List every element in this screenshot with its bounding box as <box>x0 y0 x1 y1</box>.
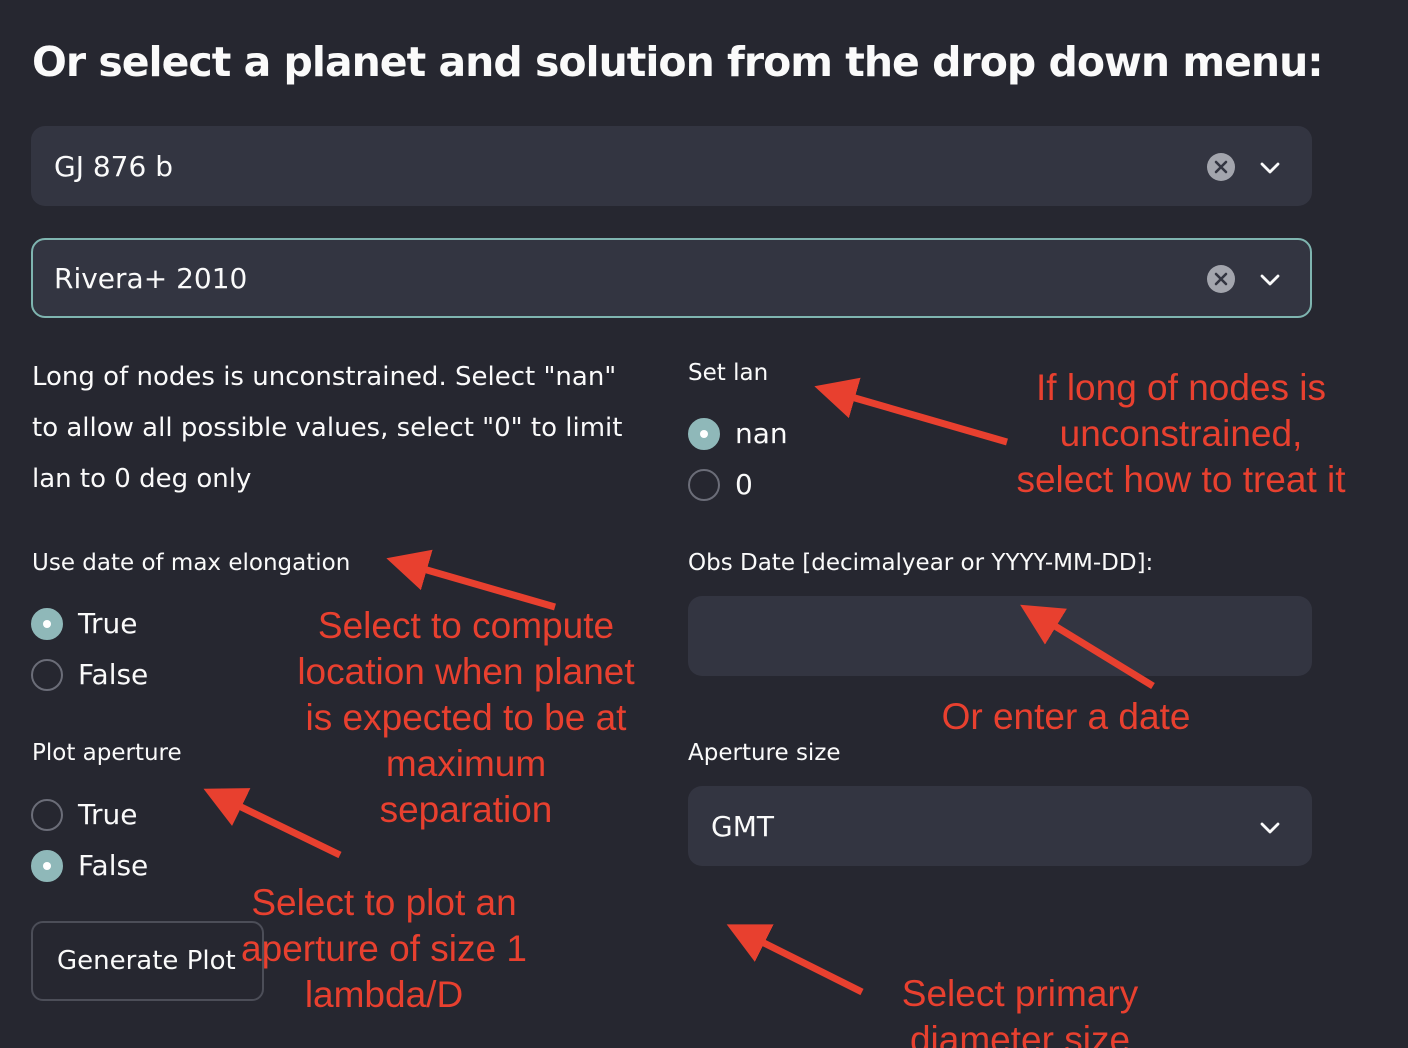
radio-label: False <box>78 849 149 882</box>
annotation-lan: If long of nodes is unconstrained, selec… <box>1014 365 1348 503</box>
annotation-line: maximum <box>385 743 547 784</box>
radio-aperture-false[interactable]: False <box>31 849 148 882</box>
solution-select-value: Rivera+ 2010 <box>54 262 248 295</box>
annotation-line: diameter size <box>909 1019 1131 1048</box>
radio-label: False <box>78 658 149 691</box>
radio-aperture-true[interactable]: True <box>31 798 137 831</box>
generate-plot-button[interactable]: Generate Plot <box>31 921 264 1001</box>
planet-select-value: GJ 876 b <box>54 150 173 183</box>
plot-aperture-label: Plot aperture <box>32 740 182 766</box>
radio-label: 0 <box>735 468 753 501</box>
annotation-line: select how to treat it <box>1016 459 1346 500</box>
annotation-diameter: Select primary diameter size <box>898 971 1142 1048</box>
chevron-down-icon[interactable] <box>1256 266 1284 294</box>
annotation-aperture: Select to plot an aperture of size 1 lam… <box>236 880 532 1018</box>
radio-dot[interactable] <box>31 658 63 691</box>
annotation-line: Select to plot an <box>251 882 517 923</box>
radio-dot[interactable] <box>688 417 720 450</box>
annotation-line: Or enter a date <box>941 696 1191 737</box>
solution-select[interactable]: Rivera+ 2010 <box>31 238 1312 318</box>
radio-dot[interactable] <box>31 849 63 882</box>
aperture-size-select[interactable]: GMT <box>688 786 1312 866</box>
page-heading: Or select a planet and solution from the… <box>32 38 1324 86</box>
radio-label: True <box>78 607 138 640</box>
set-lan-label: Set lan <box>688 360 769 386</box>
annotation-line: Select primary <box>901 973 1139 1014</box>
radio-elong-false[interactable]: False <box>31 658 148 691</box>
annotation-line: separation <box>379 789 553 830</box>
radio-elong-true[interactable]: True <box>31 607 137 640</box>
radio-label: nan <box>735 417 788 450</box>
arrow-lan <box>814 377 1008 446</box>
annotation-date: Or enter a date <box>938 694 1194 740</box>
radio-dot[interactable] <box>31 798 63 831</box>
lan-description: Long of nodes is unconstrained. Select "… <box>32 362 623 494</box>
obs-date-label: Obs Date [decimalyear or YYYY-MM-DD]: <box>688 550 1154 576</box>
arrow-max-elong <box>386 549 556 611</box>
radio-label: True <box>78 798 138 831</box>
radio-dot[interactable] <box>688 468 720 501</box>
annotation-line: unconstrained, <box>1059 413 1303 454</box>
annotation-max-elong: Select to compute location when planet i… <box>292 603 640 833</box>
annotation-line: is expected to be at <box>305 697 627 738</box>
arrow-diameter <box>726 924 864 996</box>
chevron-down-icon[interactable] <box>1256 814 1284 842</box>
clear-icon[interactable] <box>1206 152 1236 182</box>
aperture-size-label: Aperture size <box>688 740 841 766</box>
planet-select[interactable]: GJ 876 b <box>31 126 1312 206</box>
aperture-size-value: GMT <box>711 810 774 843</box>
annotation-line: Select to compute <box>317 605 615 646</box>
max-elongation-label: Use date of max elongation <box>32 550 351 576</box>
clear-icon[interactable] <box>1206 264 1236 294</box>
obs-date-input[interactable] <box>688 596 1312 676</box>
annotation-line: If long of nodes is <box>1035 367 1327 408</box>
annotation-line: aperture of size 1 <box>241 928 527 969</box>
chevron-down-icon[interactable] <box>1256 154 1284 182</box>
radio-lan-nan[interactable]: nan <box>688 417 788 450</box>
annotation-line: lambda/D <box>304 974 464 1015</box>
annotation-line: location when planet <box>297 651 635 692</box>
radio-dot[interactable] <box>31 607 63 640</box>
radio-lan-0[interactable]: 0 <box>688 468 753 501</box>
